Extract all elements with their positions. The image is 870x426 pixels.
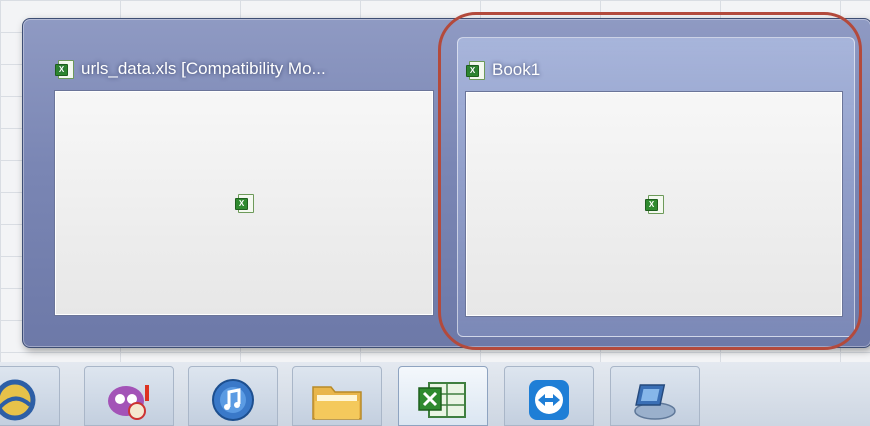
- taskbar-button-itunes[interactable]: [188, 366, 278, 426]
- network-icon: [634, 384, 676, 420]
- itunes-icon: [212, 379, 254, 421]
- excel-icon: [418, 382, 466, 418]
- thumbnail-preview[interactable]: X: [55, 91, 433, 315]
- thumbnail-header: X urls_data.xls [Compatibility Mo...: [55, 57, 326, 81]
- taskbar-button-excel[interactable]: [398, 366, 488, 426]
- highlight-annotation-ring: [438, 12, 862, 350]
- taskbar: [0, 362, 870, 426]
- taskbar-button-java[interactable]: [0, 366, 60, 426]
- teamviewer-icon: [529, 380, 569, 420]
- excel-file-icon: X: [235, 194, 254, 213]
- taskbar-button-explorer[interactable]: [292, 366, 382, 426]
- folder-icon: [312, 386, 362, 420]
- java-icon: [0, 379, 36, 421]
- window-thumbnail-urls-data[interactable]: X urls_data.xls [Compatibility Mo... X: [49, 35, 447, 335]
- taskbar-button-teamviewer[interactable]: [504, 366, 594, 426]
- taskbar-button-messenger[interactable]: [84, 366, 174, 426]
- messenger-icon: [108, 385, 149, 420]
- excel-file-icon: X: [55, 60, 74, 79]
- taskbar-button-network[interactable]: [610, 366, 700, 426]
- thumbnail-title: urls_data.xls [Compatibility Mo...: [81, 59, 326, 78]
